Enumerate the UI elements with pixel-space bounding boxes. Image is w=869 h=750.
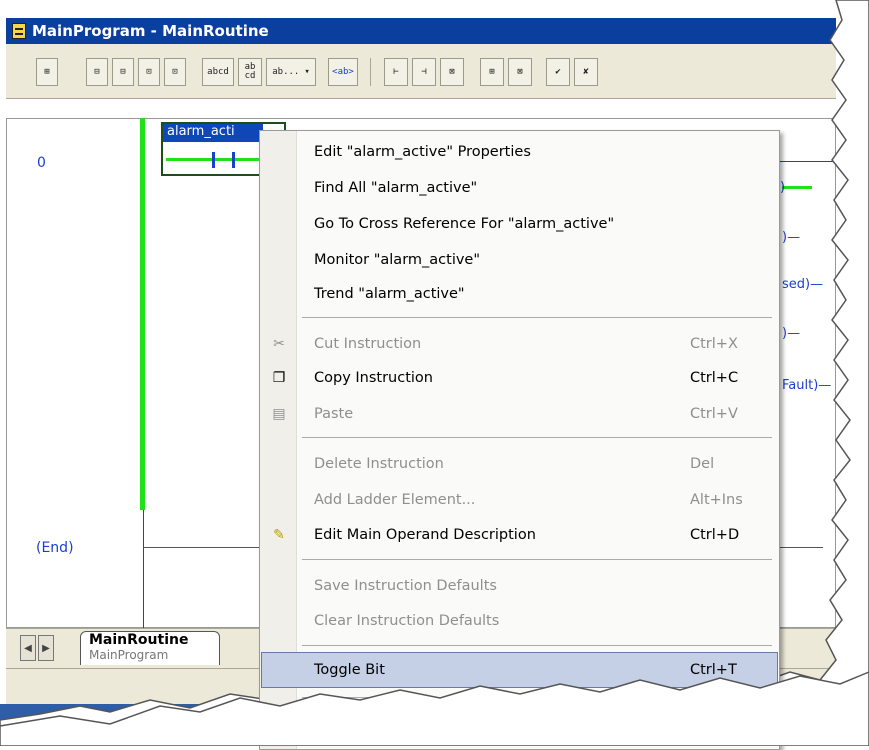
menu-item-cut[interactable]: ✂ Cut Instruction Ctrl+X — [260, 327, 779, 361]
window-title: MainProgram - MainRoutine — [32, 22, 269, 40]
scissors-icon: ✂ — [273, 336, 285, 352]
menu-item-add-ladder-element[interactable]: Add Ladder Element... Alt+Ins — [260, 483, 779, 517]
contact-left-bar — [212, 152, 215, 168]
ladder-toolbar: ⊞ ⊟ ⊟ ⊡ ⊡ abcd ab cd ab... ▾ <ab> ⊢ ⊣ ⊠ ⊞… — [6, 44, 836, 99]
ote-icon[interactable]: ⊠ — [440, 58, 464, 86]
tab-title: MainRoutine — [89, 632, 189, 648]
menu-item-save-defaults[interactable]: Save Instruction Defaults — [260, 569, 779, 603]
tab-scroll-right-icon[interactable]: ▶ — [38, 635, 54, 661]
otl-icon[interactable]: ⊞ — [480, 58, 504, 86]
append-instruction-icon[interactable]: ⊡ — [164, 58, 186, 86]
menu-separator — [302, 697, 772, 698]
ab-cd-button[interactable]: ab cd — [238, 58, 262, 86]
tab-subtitle: MainProgram — [89, 648, 169, 662]
rung-tool-icon[interactable]: ⊞ — [36, 58, 58, 86]
tab-scroll-left-icon[interactable]: ◀ — [20, 635, 36, 661]
menu-separator — [302, 645, 772, 646]
menu-item-monitor[interactable]: Monitor "alarm_active" — [260, 243, 779, 277]
paste-icon: ▤ — [272, 406, 286, 422]
pencil-icon: ✎ — [273, 527, 285, 543]
addr-button[interactable]: abcd — [202, 58, 234, 86]
chevron-down-icon: ▾ — [304, 67, 310, 77]
ab-dropdown[interactable]: ab... ▾ — [266, 58, 316, 86]
rung-wire — [780, 161, 836, 162]
otu-icon[interactable]: ⊠ — [508, 58, 532, 86]
output-fragment-4: )— — [782, 326, 801, 341]
menu-separator — [302, 437, 772, 438]
menu-item-toggle-bit[interactable]: Toggle Bit Ctrl+T — [261, 652, 778, 688]
verify-icon[interactable]: ✔ — [546, 58, 570, 86]
copy-icon: ❐ — [272, 370, 286, 386]
routine-icon — [12, 23, 26, 39]
branch-level-icon[interactable]: ⊟ — [112, 58, 134, 86]
output-fragment-5: Fault)— — [782, 378, 832, 393]
power-rail — [140, 118, 145, 510]
tab-mainroutine[interactable]: MainRoutine MainProgram — [80, 631, 220, 665]
xio-icon[interactable]: ⊣ — [412, 58, 436, 86]
title-bar[interactable]: MainProgram - MainRoutine — [6, 18, 836, 44]
verify-all-icon[interactable]: ✘ — [574, 58, 598, 86]
xic-icon[interactable]: ⊢ — [384, 58, 408, 86]
menu-item-cross-reference[interactable]: Go To Cross Reference For "alarm_active" — [260, 207, 779, 241]
insert-instruction-icon[interactable]: ⊡ — [138, 58, 160, 86]
output-fragment-2: )— — [782, 230, 801, 245]
ab-tag-button[interactable]: <ab> — [328, 58, 358, 86]
menu-item-force-on[interactable]: Force On — [260, 707, 779, 741]
menu-item-edit-description[interactable]: ✎ Edit Main Operand Description Ctrl+D — [260, 518, 779, 552]
menu-item-trend[interactable]: Trend "alarm_active" — [260, 277, 779, 311]
power-rail-end — [143, 510, 144, 630]
contact-right-bar — [232, 152, 235, 168]
toolbar-separator — [370, 58, 371, 86]
menu-item-edit-properties[interactable]: Edit "alarm_active" Properties — [260, 135, 779, 169]
energized-coil-wire — [782, 186, 812, 189]
menu-item-delete[interactable]: Delete Instruction Del — [260, 447, 779, 481]
end-rung-label: (End) — [36, 540, 74, 556]
menu-item-copy[interactable]: ❐ Copy Instruction Ctrl+C — [260, 361, 779, 395]
output-fragment-1: ) — [780, 180, 786, 195]
menu-item-find-all[interactable]: Find All "alarm_active" — [260, 171, 779, 205]
menu-item-clear-defaults[interactable]: Clear Instruction Defaults — [260, 604, 779, 638]
output-fragment-3: sed)— — [782, 277, 824, 292]
context-menu: Edit "alarm_active" Properties Find All … — [259, 130, 780, 750]
menu-separator — [302, 317, 772, 318]
menu-item-paste[interactable]: ▤ Paste Ctrl+V — [260, 397, 779, 431]
rung-number: 0 — [37, 155, 46, 171]
instruction-tag[interactable]: alarm_acti — [163, 124, 263, 142]
taskbar-fragment — [0, 704, 220, 746]
menu-separator — [302, 559, 772, 560]
branch-tool-icon[interactable]: ⊟ — [86, 58, 108, 86]
routine-window: MainProgram - MainRoutine ⊞ ⊟ ⊟ ⊡ ⊡ abcd… — [0, 0, 869, 750]
